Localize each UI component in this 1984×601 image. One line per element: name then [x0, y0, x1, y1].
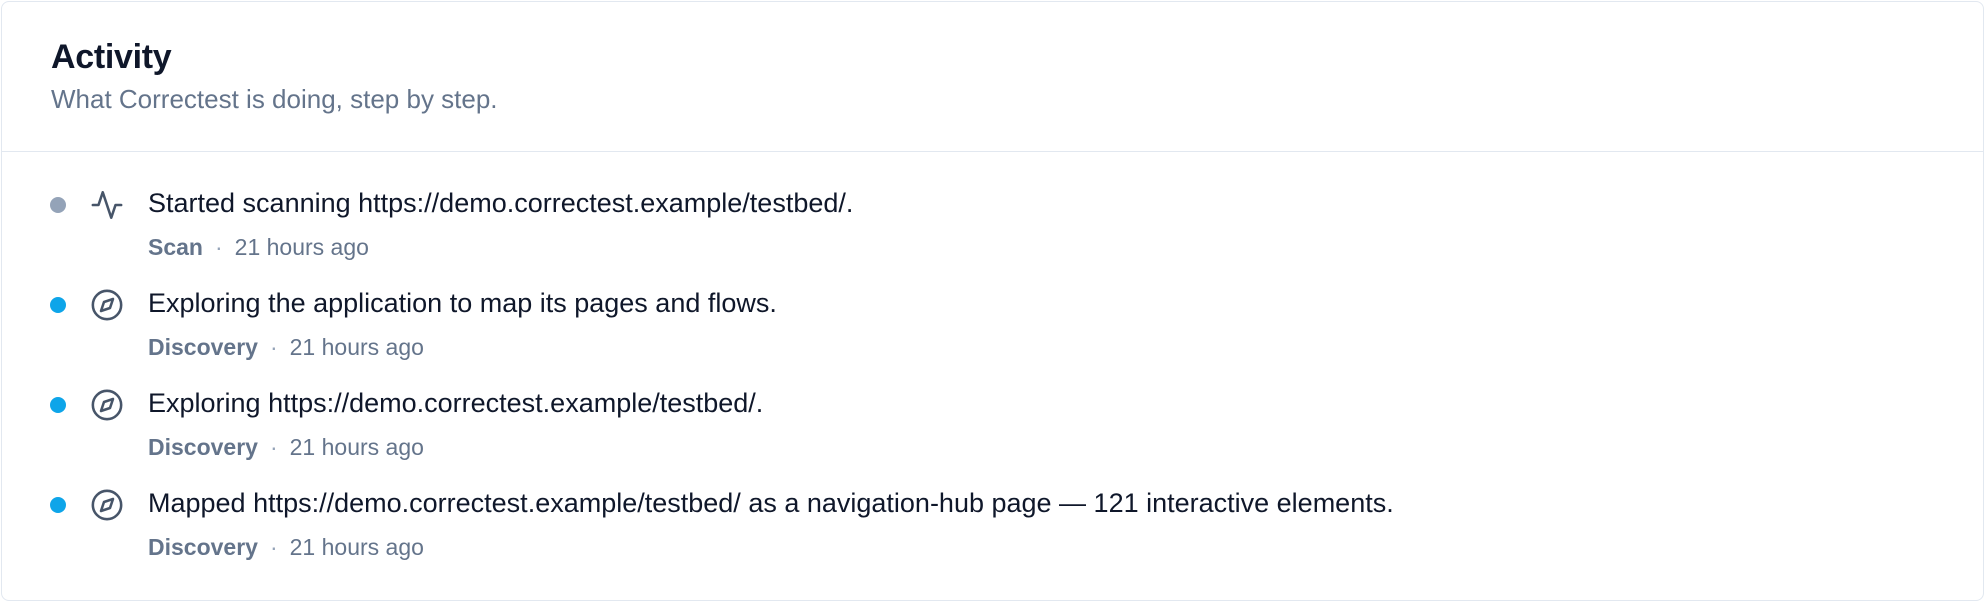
activity-message: Started scanning https://demo.correctest… — [148, 188, 854, 218]
activity-category: Discovery — [148, 534, 258, 560]
activity-item: Exploring the application to map its pag… — [2, 252, 1982, 360]
page-subtitle: What Correctest is doing, step by step. — [51, 84, 498, 114]
activity-message: Exploring the application to map its pag… — [148, 288, 777, 318]
activity-icon — [90, 188, 124, 222]
activity-item: Started scanning https://demo.correctest… — [2, 152, 1982, 260]
activity-card: Activity What Correctest is doing, step … — [1, 1, 1984, 601]
meta-separator: · — [269, 534, 278, 560]
compass-icon — [90, 288, 124, 322]
card-header: Activity What Correctest is doing, step … — [2, 2, 1983, 152]
status-dot — [50, 197, 66, 213]
compass-icon — [90, 488, 124, 522]
page-title: Activity — [51, 38, 172, 76]
status-dot — [50, 397, 66, 413]
status-dot — [50, 497, 66, 513]
activity-item: Mapped https://demo.correctest.example/t… — [2, 452, 1982, 560]
activity-time: 21 hours ago — [289, 534, 424, 560]
activity-item: Exploring https://demo.correctest.exampl… — [2, 352, 1982, 460]
status-dot — [50, 297, 66, 313]
activity-meta: Discovery · 21 hours ago — [148, 534, 424, 561]
activity-message: Mapped https://demo.correctest.example/t… — [148, 488, 1394, 518]
compass-icon — [90, 388, 124, 422]
activity-message: Exploring https://demo.correctest.exampl… — [148, 388, 764, 418]
